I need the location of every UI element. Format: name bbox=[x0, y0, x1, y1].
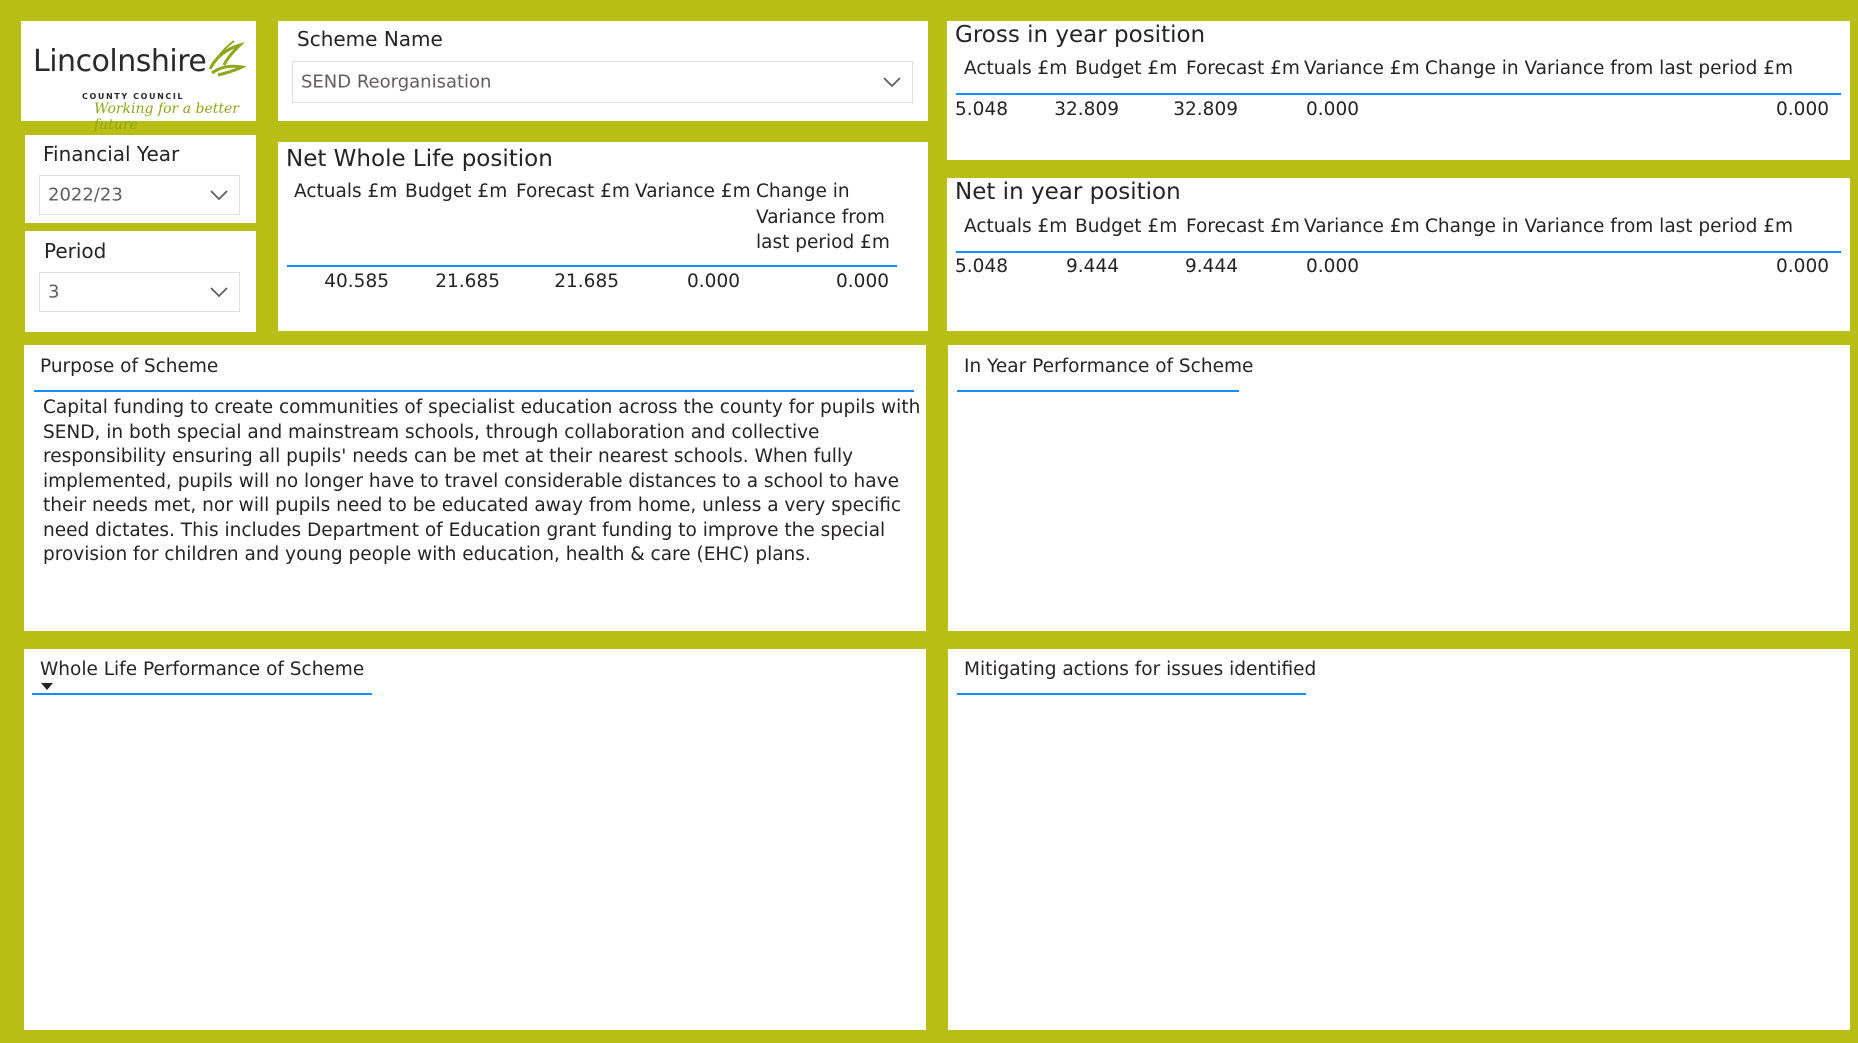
header-change: Change in Variance from last period £m bbox=[1425, 216, 1794, 237]
scheme-name-title: Scheme Name bbox=[297, 27, 443, 51]
whole-life-performance-title: Whole Life Performance of Scheme bbox=[40, 659, 365, 680]
value-change: 0.000 bbox=[1776, 256, 1829, 277]
purpose-title-rule bbox=[34, 390, 914, 392]
header-variance: Variance £m bbox=[1304, 216, 1420, 237]
net-in-year-title: Net in year position bbox=[955, 179, 1181, 205]
header-actuals: Actuals £m bbox=[294, 181, 398, 202]
chevron-down-icon bbox=[883, 77, 901, 88]
value-forecast: 9.444 bbox=[1185, 256, 1238, 277]
header-rule bbox=[956, 93, 1841, 95]
mitigating-actions-title: Mitigating actions for issues identified bbox=[964, 659, 1317, 680]
sort-down-icon[interactable] bbox=[41, 683, 53, 690]
purpose-title: Purpose of Scheme bbox=[40, 356, 219, 377]
period-slicer: Period 3 bbox=[25, 231, 256, 332]
net-whole-life-card: Net Whole Life position Actuals £m Budge… bbox=[278, 142, 928, 331]
whole-life-performance-rule bbox=[32, 693, 372, 695]
value-forecast: 21.685 bbox=[554, 271, 619, 292]
header-forecast: Forecast £m bbox=[1186, 58, 1300, 79]
header-forecast: Forecast £m bbox=[1186, 216, 1300, 237]
value-change: 0.000 bbox=[1776, 99, 1829, 120]
scheme-name-value: SEND Reorganisation bbox=[301, 71, 492, 93]
whole-life-performance-card: Whole Life Performance of Scheme bbox=[24, 649, 926, 1030]
value-budget: 32.809 bbox=[1054, 99, 1119, 120]
scheme-name-dropdown[interactable]: SEND Reorganisation bbox=[292, 61, 913, 103]
value-variance: 0.000 bbox=[687, 271, 740, 292]
value-actuals: 5.048 bbox=[955, 99, 1008, 120]
purpose-text: Capital funding to create communities of… bbox=[43, 397, 921, 565]
period-title: Period bbox=[44, 239, 107, 263]
in-year-performance-card: In Year Performance of Scheme bbox=[948, 345, 1850, 631]
value-budget: 21.685 bbox=[435, 271, 500, 292]
in-year-performance-rule bbox=[957, 390, 1239, 392]
value-variance: 0.000 bbox=[1306, 256, 1359, 277]
period-value: 3 bbox=[48, 281, 60, 303]
logo-tagline: Working for a better future bbox=[94, 101, 239, 133]
value-variance: 0.000 bbox=[1306, 99, 1359, 120]
header-change: Change in Variance from last period £m bbox=[1425, 58, 1794, 79]
value-actuals: 5.048 bbox=[955, 256, 1008, 277]
chevron-down-icon bbox=[210, 287, 228, 298]
header-rule bbox=[287, 265, 897, 267]
header-actuals: Actuals £m bbox=[964, 58, 1068, 79]
purpose-card: Purpose of Scheme Capital funding to cre… bbox=[24, 345, 926, 631]
logo-card: Lincolnshire COUNTY COUNCIL Working for … bbox=[21, 21, 256, 133]
header-variance: Variance £m bbox=[1304, 58, 1420, 79]
header-change-line-1: Change in bbox=[756, 181, 850, 202]
net-in-year-card: Net in year position Actuals £m Budget £… bbox=[947, 178, 1850, 331]
value-actuals: 40.585 bbox=[324, 271, 389, 292]
financial-year-slicer: Financial Year 2022/23 bbox=[25, 135, 256, 223]
value-forecast: 32.809 bbox=[1173, 99, 1238, 120]
logo-leaf-icon bbox=[208, 40, 246, 77]
financial-year-title: Financial Year bbox=[43, 142, 180, 166]
mitigating-actions-card: Mitigating actions for issues identified bbox=[948, 649, 1850, 1030]
net-whole-life-title: Net Whole Life position bbox=[286, 146, 553, 172]
chevron-down-icon bbox=[210, 190, 228, 201]
header-change-line-3: last period £m bbox=[756, 232, 890, 253]
header-variance: Variance £m bbox=[635, 181, 751, 202]
header-forecast: Forecast £m bbox=[516, 181, 630, 202]
logo-wordmark: Lincolnshire bbox=[33, 44, 207, 79]
gross-in-year-title: Gross in year position bbox=[955, 22, 1206, 48]
header-rule bbox=[956, 251, 1841, 253]
logo-subtitle: COUNTY COUNCIL bbox=[82, 92, 185, 101]
financial-year-dropdown[interactable]: 2022/23 bbox=[39, 175, 240, 215]
in-year-performance-title: In Year Performance of Scheme bbox=[964, 356, 1254, 377]
financial-year-value: 2022/23 bbox=[48, 184, 123, 206]
value-budget: 9.444 bbox=[1066, 256, 1119, 277]
header-actuals: Actuals £m bbox=[964, 216, 1068, 237]
gross-in-year-card: Gross in year position Actuals £m Budget… bbox=[947, 21, 1850, 160]
header-budget: Budget £m bbox=[1075, 58, 1178, 79]
mitigating-actions-rule bbox=[957, 693, 1306, 695]
header-budget: Budget £m bbox=[405, 181, 508, 202]
value-change: 0.000 bbox=[836, 271, 889, 292]
header-budget: Budget £m bbox=[1075, 216, 1178, 237]
period-dropdown[interactable]: 3 bbox=[39, 272, 240, 312]
scheme-name-slicer: Scheme Name SEND Reorganisation bbox=[278, 21, 928, 121]
header-change-line-2: Variance from bbox=[756, 207, 885, 228]
